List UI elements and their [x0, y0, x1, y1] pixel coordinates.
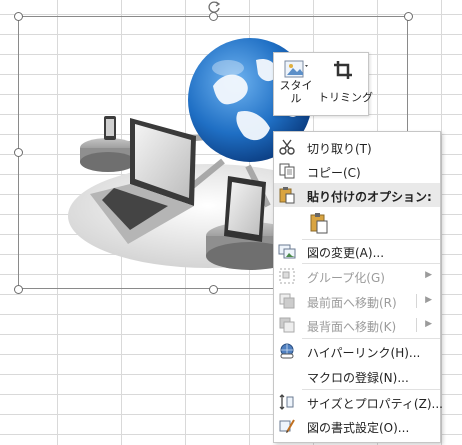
menu-item-label: ハイパーリンク(H)... [307, 346, 421, 360]
paste-keep-icon [310, 213, 328, 234]
crop-icon [334, 61, 352, 79]
hyperlink-icon [280, 343, 294, 359]
menu-item-size-properties[interactable]: サイズとプロパティ(Z)... [274, 390, 443, 414]
picture-style-icon [284, 60, 308, 78]
menu-item-paste-options: 貼り付けのオプション: [274, 183, 440, 207]
menu-item-group[interactable]: グループ化(G) ▶ [274, 264, 440, 288]
menu-item-label: 切り取り(T) [307, 142, 372, 156]
submenu-arrow-icon: ▶ [425, 270, 432, 280]
size-properties-icon [279, 394, 294, 410]
style-button[interactable]: スタイル [278, 53, 314, 115]
menu-item-change-picture[interactable]: 図の変更(A)... [274, 239, 440, 263]
send-to-back-icon [279, 317, 295, 333]
menu-item-format-picture[interactable]: 図の書式設定(O)... [274, 414, 440, 438]
resize-handle-top-right[interactable] [404, 12, 413, 21]
paste-option-button[interactable] [306, 211, 332, 235]
menu-item-label: 図の変更(A)... [307, 246, 385, 260]
menu-item-label: 貼り付けのオプション: [307, 190, 432, 204]
trim-label: トリミング [318, 91, 373, 104]
scissors-icon [279, 139, 295, 155]
submenu-arrow-icon: ▶ [425, 295, 432, 305]
split-divider [416, 294, 417, 308]
menu-item-label: グループ化(G) [307, 271, 385, 285]
menu-item-assign-macro[interactable]: マクロの登録(N)... [274, 364, 440, 388]
menu-item-cut[interactable]: 切り取り(T) [274, 135, 440, 159]
menu-item-label: 最前面へ移動(R) [307, 296, 397, 310]
style-label: スタイル [279, 79, 313, 105]
split-divider [416, 318, 417, 332]
resize-handle-left[interactable] [14, 148, 23, 157]
menu-item-label: コピー(C) [307, 166, 361, 180]
resize-handle-bottom[interactable] [209, 285, 218, 294]
context-menu: 切り取り(T) コピー(C) 貼り付けのオプション: 図の変更(A)... グル… [273, 131, 443, 443]
trim-button[interactable]: トリミング [318, 53, 373, 115]
mini-toolbar: スタイル トリミング [273, 52, 373, 116]
paste-icon [279, 187, 295, 204]
bring-to-front-icon [279, 293, 295, 309]
menu-item-label: 図の書式設定(O)... [307, 421, 410, 435]
menu-item-copy[interactable]: コピー(C) [274, 159, 440, 183]
menu-item-bring-to-front[interactable]: 最前面へ移動(R) ▶ [274, 289, 440, 313]
format-picture-icon [279, 419, 295, 433]
menu-item-label: 最背面へ移動(K) [307, 320, 397, 334]
menu-item-label: サイズとプロパティ(Z)... [307, 397, 443, 411]
menu-item-send-to-back[interactable]: 最背面へ移動(K) ▶ [274, 313, 440, 337]
submenu-arrow-icon: ▶ [425, 319, 432, 329]
menu-item-label: マクロの登録(N)... [307, 371, 409, 385]
group-icon [279, 268, 295, 284]
menu-item-hyperlink[interactable]: ハイパーリンク(H)... [274, 339, 440, 363]
copy-icon [279, 163, 295, 179]
resize-handle-bottom-left[interactable] [14, 285, 23, 294]
resize-handle-top[interactable] [209, 12, 218, 21]
change-picture-icon [278, 244, 296, 259]
resize-handle-top-left[interactable] [14, 12, 23, 21]
